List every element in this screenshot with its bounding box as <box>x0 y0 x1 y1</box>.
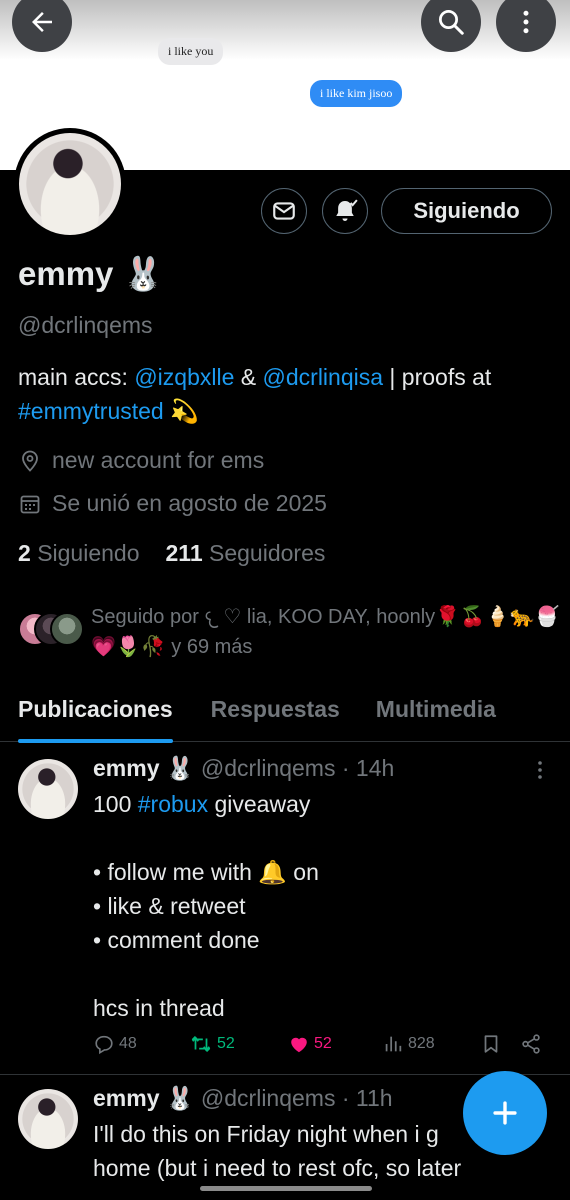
tab-multimedia[interactable]: Multimedia <box>358 690 514 742</box>
reply-count: 48 <box>119 1035 137 1052</box>
post-actions: 48 52 52 828 <box>93 1033 553 1059</box>
like-count: 52 <box>314 1035 332 1052</box>
post[interactable]: emmy 🐰 @dcrlinqems · 14h 100 #robux give… <box>0 745 570 1075</box>
post-avatar[interactable] <box>18 1089 78 1149</box>
avatar-image <box>19 133 121 235</box>
followed-by-avatars <box>18 612 88 648</box>
more-vertical-icon <box>523 10 529 34</box>
retweet-icon <box>191 1036 211 1052</box>
mail-icon <box>273 202 295 220</box>
post-hashtag-link[interactable]: #robux <box>138 791 208 817</box>
tab-respuestas[interactable]: Respuestas <box>193 690 358 742</box>
banner-shade <box>0 0 570 60</box>
retweet-count: 52 <box>217 1035 235 1052</box>
followers-count: 211 <box>165 540 203 566</box>
post-meta: @dcrlinqems · 14h <box>200 755 395 781</box>
banner-message-received: i like you <box>158 38 224 65</box>
location-pin-icon <box>22 450 38 472</box>
reply-icon <box>95 1035 113 1055</box>
follow-counts: 2 Siguiendo 211 Seguidores <box>18 540 325 567</box>
bio-text: 💫 <box>163 398 199 424</box>
tab-publicaciones[interactable]: Publicaciones <box>0 690 191 743</box>
followed-by-text: Seguido por 𐔌 ♡ lia, KOO DAY, hoonly🌹🍒🍦🐆… <box>91 606 560 658</box>
avatar <box>50 612 84 646</box>
notifications-button[interactable] <box>322 188 368 234</box>
banner-message-sent: i like kim jisoo <box>310 80 403 107</box>
following-button[interactable]: Siguiendo <box>381 188 552 234</box>
compose-button[interactable] <box>463 1071 547 1155</box>
join-date-text: Se unió en agosto de 2025 <box>52 490 327 516</box>
profile-tabs: Publicaciones Respuestas Multimedia <box>0 690 570 743</box>
post-author-name[interactable]: emmy 🐰 <box>93 755 195 781</box>
search-icon <box>439 10 464 35</box>
profile-handle: @dcrlinqems <box>18 312 153 338</box>
post-author-name[interactable]: emmy 🐰 <box>93 1085 195 1111</box>
following-count: 2 <box>18 540 31 566</box>
message-button[interactable] <box>261 188 307 234</box>
location-text: new account for ems <box>52 447 265 473</box>
bookmark-icon <box>484 1035 498 1053</box>
reply-button[interactable]: 48 <box>93 1033 137 1055</box>
bio-text: main accs: <box>18 364 135 390</box>
post-header: emmy 🐰 @dcrlinqems · 14h <box>93 755 394 782</box>
profile-location: new account for ems <box>18 447 264 474</box>
following-label: Siguiendo <box>37 540 140 566</box>
more-vertical-icon <box>538 761 542 779</box>
share-icon <box>522 1034 540 1054</box>
bookmark-button[interactable] <box>480 1033 502 1055</box>
bell-check-icon <box>336 199 358 221</box>
post-menu-button[interactable] <box>532 759 548 786</box>
post-meta: @dcrlinqems · 11h <box>200 1085 393 1111</box>
post-text-part: giveaway • follow me with 🔔 on • like & … <box>93 791 319 1021</box>
share-button[interactable] <box>520 1033 542 1055</box>
views-button[interactable]: 828 <box>382 1033 435 1055</box>
heart-icon <box>291 1037 307 1053</box>
post-avatar[interactable] <box>18 759 78 819</box>
views-icon <box>385 1036 402 1052</box>
post-text-part: 100 <box>93 791 138 817</box>
bio-text: | proofs at <box>383 364 492 390</box>
profile-bio: main accs: @izqbxlle & @dcrlinqisa | pro… <box>18 360 548 428</box>
arrow-left-icon <box>32 12 52 32</box>
bio-hashtag-link[interactable]: #emmytrusted <box>18 398 164 424</box>
display-name: emmy 🐰 <box>18 255 164 292</box>
followers-label: Seguidores <box>209 540 326 566</box>
following-link[interactable]: 2 Siguiendo <box>18 540 140 567</box>
post-text: 100 #robux giveaway • follow me with 🔔 o… <box>93 787 553 1025</box>
views-count: 828 <box>408 1035 435 1052</box>
retweet-button[interactable]: 52 <box>189 1033 235 1055</box>
bio-mention-link[interactable]: @izqbxlle <box>134 364 234 390</box>
bio-mention-link[interactable]: @dcrlinqisa <box>263 364 384 390</box>
profile-join-date: Se unió en agosto de 2025 <box>18 490 327 517</box>
followers-link[interactable]: 211 Seguidores <box>166 540 326 567</box>
profile-avatar[interactable] <box>14 128 126 240</box>
post-header: emmy 🐰 @dcrlinqems · 11h <box>93 1085 393 1112</box>
like-button[interactable]: 52 <box>288 1033 332 1055</box>
home-indicator[interactable] <box>200 1186 372 1191</box>
calendar-icon <box>20 495 40 513</box>
bio-text: & <box>234 364 263 390</box>
plus-icon <box>493 1101 517 1125</box>
